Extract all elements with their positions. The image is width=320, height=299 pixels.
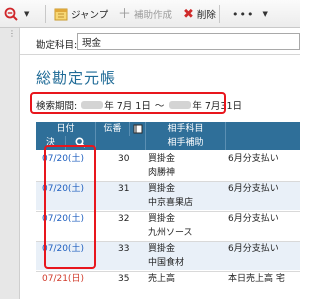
row-date: 07/21(日) [42,274,84,284]
header-counter-account[interactable]: 相手科目 [146,122,226,136]
row-voucher: 35 [118,274,130,284]
supplement-label: 補助作成 [134,10,173,21]
toolbar: ▼ ジャンプ ＋ 補助作成 ✖ 削除 ••• ▼ [0,0,300,28]
row-sub: 肉勝神 [148,168,176,178]
chevron-down-icon: ▼ [24,10,30,18]
row-sub: 中国食材 [148,258,185,268]
jump-button[interactable]: ジャンプ [54,5,108,23]
page-title: 総勘定元帳 [36,69,117,87]
delete-label: 削除 [196,10,216,21]
row-summary: 本日売上高 宅 [228,274,285,284]
chevron-down-icon: ▼ [262,10,268,18]
table-header-row: 日付 伝番 相手科目 [36,122,300,136]
left-side-strip: ⋮ [0,28,20,299]
more-dots-icon: ••• [232,7,255,21]
row-account: 買掛金 [148,184,176,194]
account-select[interactable]: 現金 [77,33,300,50]
more-menu-button[interactable]: ••• ▼ [232,5,268,23]
row-summary: 6月分支払い [228,184,279,194]
header-voucher[interactable]: 伝番 [96,122,130,136]
row-account: 売上高 [148,274,176,284]
header-date[interactable]: 日付 [36,122,96,136]
row-account: 買掛金 [148,244,176,254]
row-sub: 九州ソース [148,228,193,238]
row-account: 買掛金 [148,154,176,164]
highlight-date-box [44,145,96,269]
delete-button[interactable]: ✖ 削除 [183,5,216,23]
delete-x-icon: ✖ [183,6,194,22]
header-blank [226,136,300,150]
row-account: 買掛金 [148,214,176,224]
header-book-icon-cell [130,122,146,136]
zoom-out-icon [4,7,18,21]
row-voucher: 30 [118,154,130,164]
divider [20,54,300,55]
header-blank [226,122,300,136]
supplement-create-button[interactable]: ＋ 補助作成 [118,5,172,23]
row-summary: 6月分支払い [228,154,279,164]
row-voucher: 31 [118,184,130,194]
plus-icon: ＋ [118,6,132,22]
row-voucher: 32 [118,214,130,224]
book-icon [133,124,142,133]
row-summary: 6月分支払い [228,214,279,224]
highlight-period-box [30,92,226,114]
header-blank [96,136,146,150]
account-label: 勘定科目: [36,40,78,51]
row-summary: 6月分支払い [228,244,279,254]
header-counter-sub[interactable]: 相手補助 [146,136,226,150]
row-sub: 中京喜果店 [148,198,194,208]
zoom-button[interactable]: ▼ [4,5,29,23]
row-voucher: 33 [118,244,130,254]
jump-label: ジャンプ [71,10,109,21]
calendar-icon [54,8,68,21]
grip-handle-icon[interactable]: ⋮ [8,30,16,38]
